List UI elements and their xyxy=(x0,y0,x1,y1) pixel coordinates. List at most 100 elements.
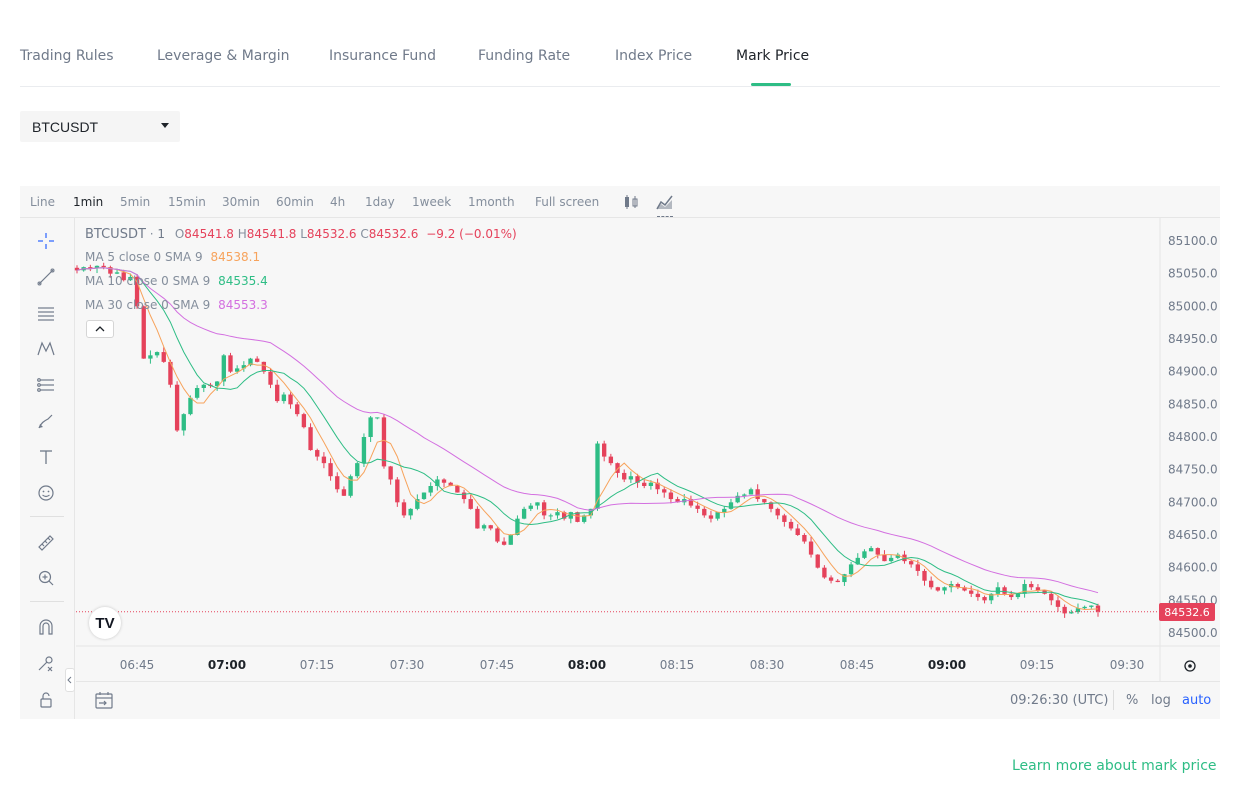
price-tick-label: 85000.0 xyxy=(1168,299,1218,313)
chart-bottom-bar: 09:26:30 (UTC) % log auto xyxy=(76,681,1220,719)
candle-body xyxy=(668,492,674,500)
candle-body xyxy=(1055,600,1061,607)
time-tick-label: 09:00 xyxy=(928,658,966,672)
candle-body xyxy=(935,587,941,591)
price-tick-label: 84750.0 xyxy=(1168,463,1218,477)
price-tick-label: 84600.0 xyxy=(1168,561,1218,575)
legend-l-label: L xyxy=(300,227,307,241)
tab-insurance-fund[interactable]: Insurance Fund xyxy=(329,48,436,64)
candle-body xyxy=(148,355,153,359)
candle-body xyxy=(795,528,800,535)
time-tick-label: 07:45 xyxy=(480,658,515,672)
candle-body xyxy=(481,525,487,529)
candle-body xyxy=(368,417,373,437)
collapse-legend-button[interactable] xyxy=(86,320,114,338)
legend-ma5[interactable]: MA 5 close 0 SMA 9 84538.1 xyxy=(85,250,260,264)
legend-ma30[interactable]: MA 30 close 0 SMA 9 84553.3 xyxy=(85,298,268,312)
candle-body xyxy=(782,515,787,522)
last-price-tag: 84532.6 xyxy=(1159,603,1215,621)
candle-body xyxy=(428,486,433,493)
legend-symbol: BTCUSDT xyxy=(85,227,146,242)
ma30-label: MA 30 close 0 SMA 9 xyxy=(85,298,211,312)
candle-body xyxy=(381,417,387,467)
candle-body xyxy=(802,535,807,542)
candle-body xyxy=(361,437,367,464)
candle-body xyxy=(461,492,467,500)
candle-body xyxy=(455,486,460,493)
candle-body xyxy=(608,456,614,464)
percent-toggle[interactable]: % xyxy=(1126,693,1138,708)
time-tick-label: 07:15 xyxy=(300,658,335,672)
price-tick-label: 84950.0 xyxy=(1168,332,1218,346)
candle-body xyxy=(835,580,840,583)
active-tab-indicator xyxy=(751,83,791,86)
utc-clock[interactable]: 09:26:30 (UTC) xyxy=(1010,693,1108,708)
candle-body xyxy=(822,567,827,578)
candle-body xyxy=(969,590,974,594)
candle-body xyxy=(154,352,160,356)
chart-container[interactable]: Line 1min 5min 15min 30min 60min 4h 1day… xyxy=(20,186,1220,719)
candle-body xyxy=(602,443,607,457)
candle-body xyxy=(929,580,934,588)
price-tick-label: 84850.0 xyxy=(1168,397,1218,411)
candle-body xyxy=(888,557,894,562)
candle-body xyxy=(308,427,313,451)
go-to-date-icon[interactable] xyxy=(94,690,114,714)
candle-body xyxy=(728,502,734,509)
candle-body xyxy=(508,535,513,545)
candle-body xyxy=(375,417,380,419)
candle-body xyxy=(595,443,600,509)
time-tick-label: 08:15 xyxy=(660,658,695,672)
tab-mark-price[interactable]: Mark Price xyxy=(736,48,809,64)
tab-bar: Trading Rules Leverage & Margin Insuranc… xyxy=(20,0,1220,87)
candle-body xyxy=(161,352,166,362)
tab-leverage-margin[interactable]: Leverage & Margin xyxy=(157,48,290,64)
candle-body xyxy=(995,587,1001,594)
learn-more-link[interactable]: Learn more about mark price xyxy=(1012,758,1217,774)
candlestick-chart[interactable]: 85100.0 85050.0 85000.0 84950.0 84900.0 84850… xyxy=(20,186,1220,719)
legend-low: 84532.6 xyxy=(306,227,357,241)
legend-interval: 1 xyxy=(157,227,166,241)
candle-body xyxy=(1029,584,1034,588)
candle-body xyxy=(401,502,407,516)
symbol-dropdown[interactable]: BTCUSDT xyxy=(20,111,180,142)
candle-body xyxy=(662,489,667,493)
ma-line-ma10 xyxy=(76,267,1099,606)
time-tick-label: 06:45 xyxy=(120,658,155,672)
candle-body xyxy=(355,463,360,477)
candle-body xyxy=(395,479,400,503)
candle-body xyxy=(141,306,146,359)
candle-body xyxy=(715,512,720,519)
candle-body xyxy=(1082,606,1087,609)
candle-body xyxy=(915,564,920,571)
candle-body xyxy=(488,525,493,529)
candle-body xyxy=(622,472,627,480)
ma5-value: 84538.1 xyxy=(210,250,261,264)
candle-body xyxy=(321,456,327,464)
candle-body xyxy=(755,489,760,500)
candle-body xyxy=(982,597,987,601)
auto-toggle[interactable]: auto xyxy=(1182,693,1211,708)
time-tick-label: 07:00 xyxy=(208,658,246,672)
candle-body xyxy=(702,508,707,516)
tab-funding-rate[interactable]: Funding Rate xyxy=(478,48,570,64)
legend-ma10[interactable]: MA 10 close 0 SMA 9 84535.4 xyxy=(85,274,268,288)
candle-body xyxy=(788,521,794,529)
candle-body xyxy=(1062,606,1067,614)
ma10-label: MA 10 close 0 SMA 9 xyxy=(85,274,211,288)
legend-c-label: C xyxy=(360,227,369,241)
candle-body xyxy=(468,499,473,509)
candle-body xyxy=(722,508,727,513)
bottom-divider xyxy=(1113,690,1114,710)
tradingview-logo[interactable]: TV xyxy=(89,607,121,639)
candle-body xyxy=(775,508,780,516)
candle-body xyxy=(275,384,280,402)
legend-close: 84532.6 xyxy=(368,227,419,241)
tab-index-price[interactable]: Index Price xyxy=(615,48,692,64)
log-toggle[interactable]: log xyxy=(1151,693,1171,708)
candle-body xyxy=(315,450,320,457)
candle-body xyxy=(1015,593,1021,598)
price-tick-label: 84800.0 xyxy=(1168,430,1218,444)
candle-body xyxy=(221,355,226,382)
tab-trading-rules[interactable]: Trading Rules xyxy=(20,48,114,64)
